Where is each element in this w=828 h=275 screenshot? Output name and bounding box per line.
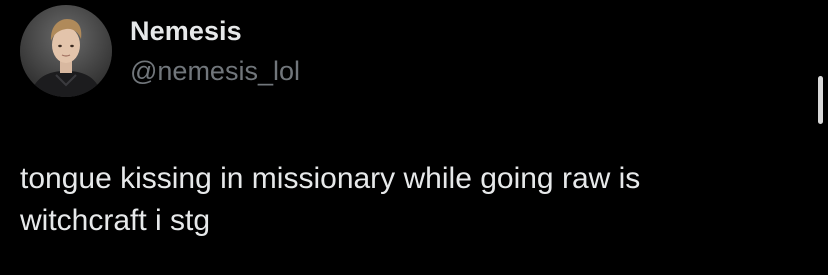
scrollbar[interactable] (812, 66, 828, 132)
author-handle[interactable]: @nemesis_lol (130, 56, 300, 87)
tweet-text: tongue kissing in missionary while going… (20, 162, 641, 237)
author-display-name[interactable]: Nemesis (130, 16, 242, 47)
tweet-card: Nemesis @nemesis_lol tongue kissing in m… (0, 0, 828, 275)
avatar[interactable] (20, 5, 112, 97)
avatar-photo-icon (20, 5, 112, 97)
scrollbar-thumb-icon[interactable] (818, 76, 823, 124)
